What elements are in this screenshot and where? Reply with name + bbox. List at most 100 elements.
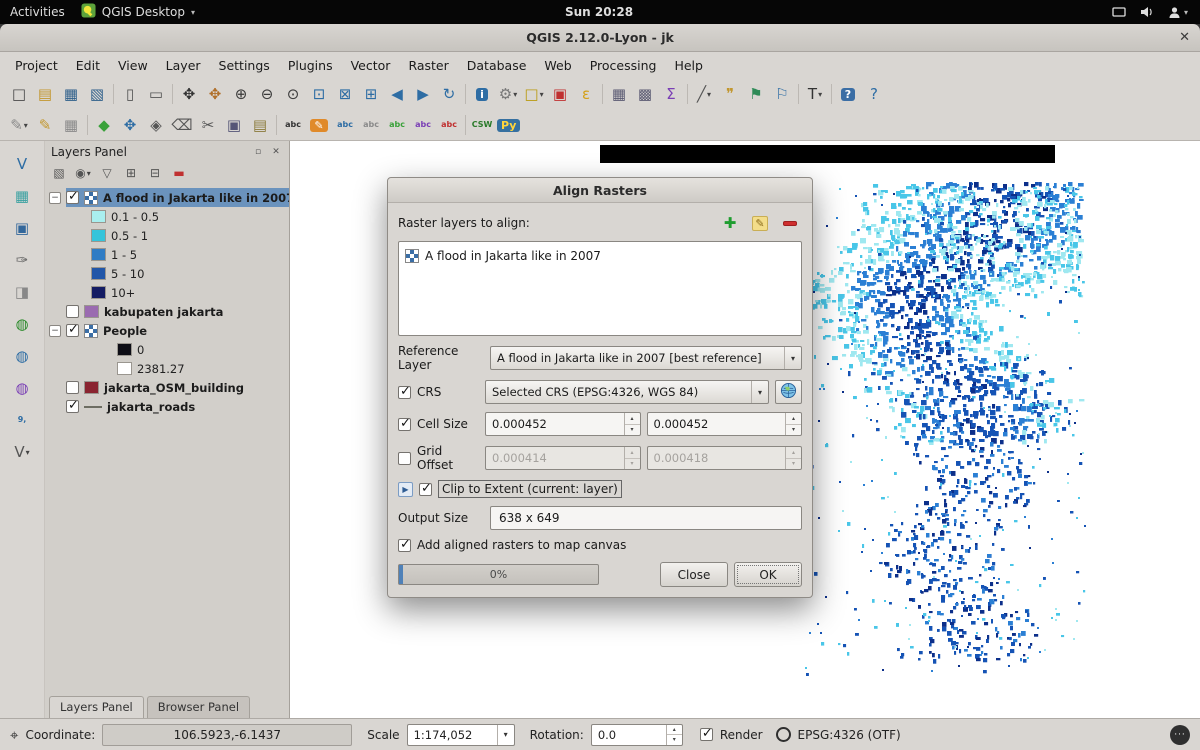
legend-item[interactable]: 2381.27 bbox=[45, 359, 289, 378]
menu-processing[interactable]: Processing bbox=[581, 54, 666, 77]
log-messages-button[interactable]: ··· bbox=[1170, 725, 1190, 745]
volume-icon[interactable] bbox=[1140, 6, 1154, 18]
cell-size-y-input[interactable]: 0.000452 ▴▾ bbox=[647, 412, 803, 436]
add-spatialite-layer-button[interactable]: ✑ bbox=[9, 247, 35, 273]
list-item[interactable]: A flood in Jakarta like in 2007 bbox=[405, 247, 795, 265]
cell-size-x-input[interactable]: 0.000452 ▴▾ bbox=[485, 412, 641, 436]
render-checkbox[interactable] bbox=[700, 728, 713, 741]
open-attribute-table-button[interactable]: ▦ bbox=[606, 81, 632, 107]
clock[interactable]: Sun 20:28 bbox=[565, 5, 633, 19]
window-titlebar[interactable]: QGIS 2.12.0-Lyon - jk ✕ bbox=[0, 24, 1200, 52]
help-contents-button[interactable]: ? bbox=[835, 81, 861, 107]
layer-visibility-checkbox[interactable] bbox=[66, 381, 79, 394]
pin-labels-button[interactable]: abc bbox=[332, 112, 358, 138]
menu-layer[interactable]: Layer bbox=[157, 54, 210, 77]
show-statistical-summary-button[interactable]: Σ bbox=[658, 81, 684, 107]
add-group-button[interactable]: ▧ bbox=[49, 163, 69, 183]
zoom-to-selection-button[interactable]: ⊠ bbox=[332, 81, 358, 107]
user-menu-button[interactable]: ▾ bbox=[1168, 6, 1188, 19]
filter-legend-button[interactable]: ▽ bbox=[97, 163, 117, 183]
whats-this-button[interactable]: ? bbox=[861, 81, 887, 107]
add-wms-layer-button[interactable]: ◍ bbox=[9, 311, 35, 337]
add-to-canvas-checkbox[interactable] bbox=[398, 539, 411, 552]
legend-item[interactable]: 10+ bbox=[45, 283, 289, 302]
panel-tab-browser-panel[interactable]: Browser Panel bbox=[147, 696, 250, 718]
move-label-button[interactable]: abc bbox=[384, 112, 410, 138]
tree-expander-icon[interactable]: − bbox=[49, 192, 61, 204]
activities-button[interactable]: Activities bbox=[10, 5, 65, 19]
select-by-expression-button[interactable]: ε bbox=[573, 81, 599, 107]
layer-labeling-button[interactable]: abc bbox=[280, 112, 306, 138]
current-edits-button[interactable]: ✎▾ bbox=[6, 112, 32, 138]
layer-item[interactable]: −People bbox=[45, 321, 289, 340]
spinner-buttons[interactable]: ▴▾ bbox=[666, 725, 682, 745]
panel-tab-layers-panel[interactable]: Layers Panel bbox=[49, 696, 144, 718]
menu-database[interactable]: Database bbox=[458, 54, 536, 77]
copy-features-button[interactable]: ▣ bbox=[221, 112, 247, 138]
add-wfs-layer-button[interactable]: ◍ bbox=[9, 375, 35, 401]
select-features-button[interactable]: □▾ bbox=[521, 81, 547, 107]
composer-manager-button[interactable]: ▭ bbox=[143, 81, 169, 107]
display-icon[interactable] bbox=[1112, 7, 1126, 18]
add-delimited-text-layer-button[interactable]: 9, bbox=[9, 407, 35, 433]
change-label-button[interactable]: abc bbox=[436, 112, 462, 138]
spinner-buttons[interactable]: ▴▾ bbox=[785, 413, 801, 435]
deselect-features-button[interactable]: ▣ bbox=[547, 81, 573, 107]
menu-edit[interactable]: Edit bbox=[67, 54, 109, 77]
new-bookmark-button[interactable]: ⚑ bbox=[743, 81, 769, 107]
node-tool-button[interactable]: ◈ bbox=[143, 112, 169, 138]
menu-project[interactable]: Project bbox=[6, 54, 67, 77]
tree-expander-icon[interactable]: − bbox=[49, 325, 61, 337]
show-hidden-labels-button[interactable]: abc bbox=[358, 112, 384, 138]
expand-all-button[interactable]: ⊞ bbox=[121, 163, 141, 183]
grid-offset-checkbox[interactable] bbox=[398, 452, 411, 465]
zoom-full-button[interactable]: ⊡ bbox=[306, 81, 332, 107]
layer-item[interactable]: kabupaten jakarta bbox=[45, 302, 289, 321]
panel-close-button[interactable]: ✕ bbox=[269, 145, 283, 159]
spinner-buttons[interactable]: ▴▾ bbox=[624, 447, 640, 469]
crs-status-icon[interactable] bbox=[776, 727, 791, 742]
collapse-all-button[interactable]: ⊟ bbox=[145, 163, 165, 183]
menu-plugins[interactable]: Plugins bbox=[279, 54, 342, 77]
remove-layer-button[interactable]: ▬ bbox=[169, 163, 189, 183]
add-raster-button[interactable]: ✚ bbox=[718, 213, 742, 233]
add-postgis-layer-button[interactable]: ▣ bbox=[9, 215, 35, 241]
identify-features-button[interactable]: i bbox=[469, 81, 495, 107]
layer-labeling-options-button[interactable]: ✎ bbox=[306, 112, 332, 138]
zoom-in-button[interactable]: ⊕ bbox=[228, 81, 254, 107]
panel-float-button[interactable]: ▫ bbox=[251, 145, 265, 159]
save-project-as-button[interactable]: ▧ bbox=[84, 81, 110, 107]
crs-picker-button[interactable] bbox=[775, 380, 802, 404]
add-vector-layer-button[interactable]: V bbox=[9, 151, 35, 177]
zoom-to-layer-button[interactable]: ⊞ bbox=[358, 81, 384, 107]
crs-select[interactable]: Selected CRS (EPSG:4326, WGS 84) ▾ bbox=[485, 380, 769, 404]
pan-to-selection-button[interactable]: ✥ bbox=[202, 81, 228, 107]
app-menu-button[interactable]: QGIS Desktop ▾ bbox=[81, 3, 195, 21]
grid-offset-x-input[interactable]: 0.000414 ▴▾ bbox=[485, 446, 641, 470]
clip-extent-expander[interactable]: ▶ bbox=[398, 482, 413, 497]
delete-selected-button[interactable]: ⌫ bbox=[169, 112, 195, 138]
show-bookmarks-button[interactable]: ⚐ bbox=[769, 81, 795, 107]
zoom-next-button[interactable]: ▶ bbox=[410, 81, 436, 107]
ok-button[interactable]: OK bbox=[734, 562, 802, 587]
layer-item[interactable]: jakarta_OSM_building bbox=[45, 378, 289, 397]
remove-raster-button[interactable] bbox=[778, 213, 802, 233]
add-feature-button[interactable]: ◆ bbox=[91, 112, 117, 138]
menu-raster[interactable]: Raster bbox=[399, 54, 457, 77]
scale-select[interactable]: 1:174,052 ▾ bbox=[407, 724, 515, 746]
menu-web[interactable]: Web bbox=[535, 54, 580, 77]
menu-vector[interactable]: Vector bbox=[342, 54, 400, 77]
cell-size-checkbox[interactable] bbox=[398, 418, 411, 431]
menu-help[interactable]: Help bbox=[665, 54, 712, 77]
spinner-buttons[interactable]: ▴▾ bbox=[785, 447, 801, 469]
metasearch-csw-button[interactable]: CSW bbox=[469, 112, 495, 138]
add-mssql-layer-button[interactable]: ◨ bbox=[9, 279, 35, 305]
field-calculator-button[interactable]: ▩ bbox=[632, 81, 658, 107]
text-annotation-button[interactable]: T▾ bbox=[802, 81, 828, 107]
grid-offset-y-input[interactable]: 0.000418 ▴▾ bbox=[647, 446, 803, 470]
open-project-button[interactable]: ▤ bbox=[32, 81, 58, 107]
layer-visibility-checkbox[interactable] bbox=[66, 400, 79, 413]
legend-item[interactable]: 1 - 5 bbox=[45, 245, 289, 264]
new-print-composer-button[interactable]: ▯ bbox=[117, 81, 143, 107]
add-raster-layer-button[interactable]: ▦ bbox=[9, 183, 35, 209]
